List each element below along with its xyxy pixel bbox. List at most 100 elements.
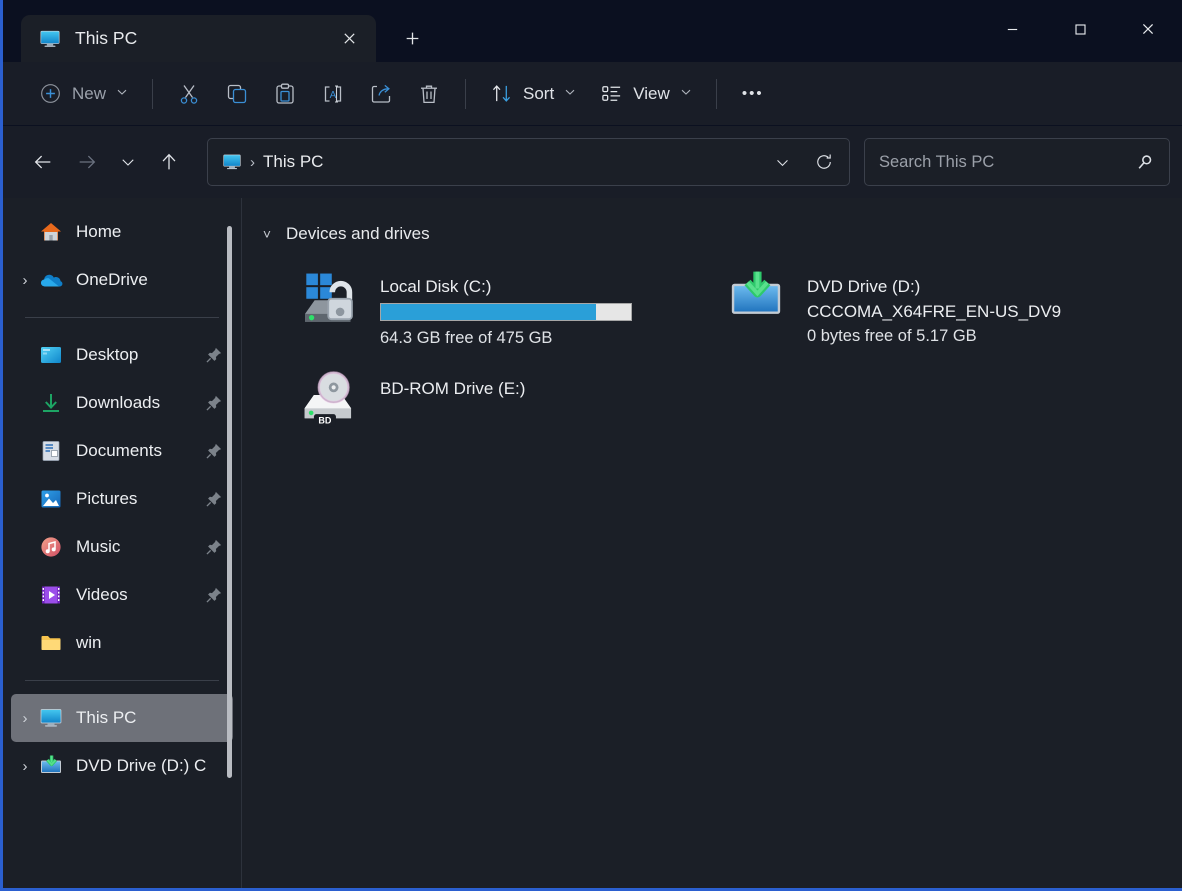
maximize-button[interactable] [1046, 0, 1114, 58]
sidebar-item-dvd-drive-d-c[interactable]: ›DVD Drive (D:) C [11, 742, 233, 790]
navigation-pane-scrollbar[interactable] [227, 226, 232, 778]
group-header-devices-and-drives[interactable]: ˅ Devices and drives [260, 220, 1182, 248]
sidebar-item-this-pc[interactable]: › This PC [11, 694, 233, 742]
chevron-right-icon[interactable]: › [11, 758, 39, 775]
plus-circle-icon [39, 82, 62, 105]
address-bar[interactable]: › This PC [207, 138, 850, 186]
this-pc-icon-breadcrumb [222, 152, 242, 172]
sidebar-item-desktop[interactable]: ›Desktop [11, 331, 233, 379]
drive-free-space-text: 64.3 GB free of 475 GB [380, 326, 679, 351]
drive-usage-fill [381, 304, 596, 320]
videos-icon [39, 583, 63, 607]
music-icon [39, 535, 63, 559]
drive-usage-bar [380, 303, 632, 321]
chevron-down-icon-group[interactable]: ˅ [260, 226, 274, 242]
sidebar-item-label: Videos [76, 585, 205, 605]
downloads-icon [39, 391, 63, 415]
drive-name: DVD Drive (D:) [807, 274, 1106, 299]
refresh-button[interactable] [803, 141, 845, 183]
file-explorer-window: This PC [0, 0, 1182, 891]
toolbar-separator-3 [716, 79, 717, 109]
pin-icon[interactable] [205, 394, 223, 412]
title-bar: This PC [3, 0, 1182, 62]
copy-icon [225, 82, 249, 106]
new-button-label: New [72, 84, 106, 104]
minimize-button[interactable] [978, 0, 1046, 58]
drive-tile[interactable]: DVD Drive (D:)CCCOMA_X64FRE_EN-US_DV90 b… [683, 260, 1110, 362]
local-disk-bitlocker-icon [300, 268, 366, 328]
sidebar-item-onedrive[interactable]: › OneDrive [11, 256, 233, 304]
delete-button[interactable] [405, 72, 453, 116]
new-tab-button[interactable] [390, 16, 434, 60]
chevron-down-icon [116, 85, 128, 103]
address-dropdown-button[interactable] [761, 141, 803, 183]
pin-icon[interactable] [205, 490, 223, 508]
expander-placeholder: › [11, 491, 39, 508]
see-more-button[interactable]: ••• [729, 72, 777, 116]
close-button[interactable] [1114, 0, 1182, 58]
sidebar-item-downloads[interactable]: ›Downloads [11, 379, 233, 427]
dvd-drive-icon [39, 754, 63, 778]
breadcrumb-separator: › [250, 154, 255, 171]
drive-tile[interactable]: Local Disk (C:) 64.3 GB free of 475 GB [256, 260, 683, 362]
drive-name: Local Disk (C:) [380, 274, 679, 299]
refresh-icon [814, 152, 834, 172]
cut-icon [177, 82, 201, 106]
sidebar-item-documents[interactable]: ›Documents [11, 427, 233, 475]
navigation-pane-scrollarea: ›Home›OneDrive›Desktop›Downloads›Documen… [3, 198, 241, 891]
search-icon[interactable] [1135, 152, 1155, 172]
drive-tile[interactable]: BDBD-ROM Drive (E:) [256, 362, 683, 464]
rename-button[interactable]: A [309, 72, 357, 116]
dvd-drive-icon [727, 268, 793, 328]
group-header-label: Devices and drives [286, 224, 430, 244]
sidebar-item-win[interactable]: ›win [11, 619, 233, 667]
folder-icon [39, 631, 63, 655]
breadcrumb-this-pc[interactable]: This PC [263, 152, 323, 172]
pin-icon[interactable] [205, 346, 223, 364]
search-input[interactable] [879, 153, 1135, 172]
sidebar-item-label: OneDrive [76, 270, 223, 290]
cut-button[interactable] [165, 72, 213, 116]
search-box[interactable] [864, 138, 1170, 186]
chevron-right-icon[interactable]: › [11, 272, 39, 289]
chevron-right-icon[interactable]: › [11, 710, 39, 727]
back-button[interactable] [21, 140, 65, 184]
copy-button[interactable] [213, 72, 261, 116]
paste-button[interactable] [261, 72, 309, 116]
view-button-label: View [633, 84, 670, 104]
view-button[interactable]: View [588, 72, 704, 116]
expander-placeholder: › [11, 587, 39, 604]
expander-placeholder: › [11, 635, 39, 652]
sidebar-item-home[interactable]: ›Home [11, 208, 233, 256]
svg-text:BD: BD [318, 416, 332, 426]
pin-icon[interactable] [205, 442, 223, 460]
navigation-pane: ›Home›OneDrive›Desktop›Downloads›Documen… [3, 198, 242, 891]
expander-placeholder: › [11, 224, 39, 241]
sort-button-label: Sort [523, 84, 554, 104]
sidebar-item-label: Documents [76, 441, 205, 461]
chevron-down-icon-address [774, 154, 791, 171]
sort-button[interactable]: Sort [478, 72, 588, 116]
onedrive-icon [39, 268, 63, 292]
documents-icon [39, 439, 63, 463]
pin-icon[interactable] [205, 586, 223, 604]
sidebar-item-label: This PC [76, 708, 223, 728]
command-toolbar: New [3, 62, 1182, 126]
expander-placeholder: › [11, 539, 39, 556]
sidebar-item-videos[interactable]: › Videos [11, 571, 233, 619]
sidebar-item-pictures[interactable]: ›Pictures [11, 475, 233, 523]
new-button[interactable]: New [27, 72, 140, 116]
sidebar-item-music[interactable]: › Music [11, 523, 233, 571]
pictures-icon [39, 487, 63, 511]
share-button[interactable] [357, 72, 405, 116]
sidebar-item-label: Music [76, 537, 205, 557]
file-list-view[interactable]: ˅ Devices and drives Local Disk (C:) 64.3… [242, 198, 1182, 891]
up-button[interactable] [147, 140, 191, 184]
tab-close-icon[interactable] [334, 24, 364, 54]
pin-icon[interactable] [205, 538, 223, 556]
sidebar-item-label: Downloads [76, 393, 205, 413]
sort-icon [490, 82, 513, 105]
tab-this-pc[interactable]: This PC [21, 15, 376, 62]
recent-locations-button[interactable] [109, 140, 147, 184]
forward-button[interactable] [65, 140, 109, 184]
